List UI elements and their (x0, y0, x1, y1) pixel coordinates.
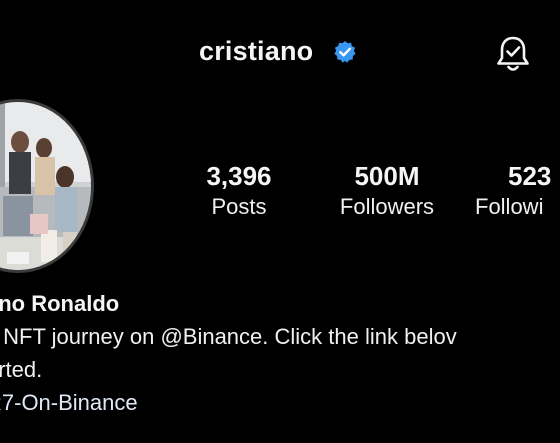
bio-line: y NFT journey on @Binance. Click the lin… (0, 324, 457, 349)
profile-screen: cristiano 3,396 Posts 500M Followers 523… (0, 0, 560, 443)
followers-count: 500M (354, 161, 420, 191)
posts-label: Posts (211, 194, 267, 219)
stat-posts[interactable]: 3,396 Posts (188, 160, 290, 222)
profile-full-name: ano Ronaldo (0, 291, 120, 316)
bell-check-icon[interactable] (494, 34, 532, 74)
bio-link[interactable]: R7-On-Binance (0, 386, 560, 419)
followers-label: Followers (339, 194, 435, 219)
profile-bio: ano Ronaldo y NFT journey on @Binance. C… (0, 288, 560, 419)
following-count: 523 (508, 161, 552, 191)
stat-following[interactable]: 523 Followi (475, 160, 560, 222)
stat-followers[interactable]: 500M Followers (326, 160, 448, 222)
bio-line: arted. (0, 357, 43, 382)
posts-count: 3,396 (206, 161, 272, 191)
profile-photo[interactable] (0, 99, 94, 273)
profile-username: cristiano (199, 36, 314, 66)
verified-badge-icon (333, 40, 357, 64)
following-label: Followi (475, 194, 544, 219)
profile-header: cristiano (0, 28, 560, 78)
